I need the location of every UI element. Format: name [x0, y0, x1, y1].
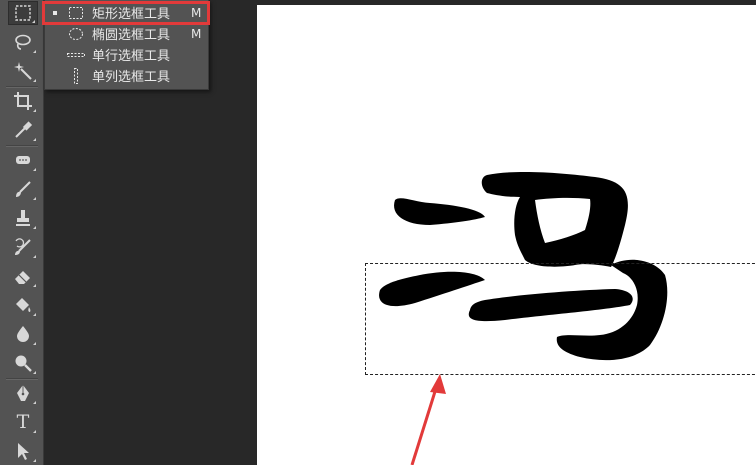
single-column-marquee-icon [67, 67, 85, 84]
menu-item-single-row-marquee[interactable]: 单行选框工具 [45, 44, 210, 65]
crop-tool[interactable] [8, 89, 38, 113]
dodge-icon [15, 355, 32, 372]
path-selection-tool[interactable] [8, 439, 38, 463]
marquee-selection[interactable] [365, 263, 756, 375]
eyedropper-icon [15, 121, 33, 138]
eyedropper-tool[interactable] [8, 118, 38, 142]
rectangular-marquee-tool[interactable] [8, 1, 38, 25]
dodge-tool[interactable] [8, 351, 38, 375]
history-brush-tool[interactable] [8, 235, 38, 259]
path-selection-icon [18, 443, 29, 460]
lasso-icon [15, 34, 31, 50]
annotation-arrow-icon [410, 374, 446, 465]
type-icon: T [16, 411, 30, 433]
paint-bucket-tool[interactable] [8, 293, 38, 317]
menu-item-shortcut: M [191, 26, 202, 41]
menu-item-shortcut: M [191, 5, 202, 20]
photoshop-workspace: T 矩形选框工具 M 椭圆选框工具 M 单行选框工具 单列选框工具 [0, 0, 756, 465]
rectangular-marquee-icon [15, 5, 31, 21]
lasso-tool[interactable] [8, 30, 38, 54]
menu-item-single-column-marquee[interactable]: 单列选框工具 [45, 65, 210, 86]
elliptical-marquee-icon [67, 27, 85, 41]
crop-icon [14, 92, 32, 110]
single-row-marquee-icon [67, 48, 85, 62]
brush-tool[interactable] [8, 177, 38, 201]
pen-tool[interactable] [8, 381, 38, 405]
selected-bullet-icon [53, 10, 57, 15]
magic-wand-tool[interactable] [8, 59, 38, 83]
rectangular-marquee-icon [67, 6, 85, 20]
type-tool[interactable]: T [8, 410, 38, 434]
menu-item-label: 矩形选框工具 [92, 7, 171, 22]
history-brush-icon [15, 238, 31, 255]
marquee-tool-flyout-menu: 矩形选框工具 M 椭圆选框工具 M 单行选框工具 单列选框工具 [44, 0, 209, 90]
pen-icon [17, 385, 29, 401]
clone-stamp-icon [16, 210, 30, 226]
paint-bucket-icon [16, 298, 31, 312]
menu-item-label: 单行选框工具 [92, 49, 171, 64]
blur-icon [17, 326, 29, 342]
eraser-tool[interactable] [8, 264, 38, 288]
menu-item-rectangular-marquee[interactable]: 矩形选框工具 M [45, 2, 210, 23]
menu-item-label: 椭圆选框工具 [92, 28, 171, 43]
healing-brush-icon [16, 156, 30, 164]
menu-item-elliptical-marquee[interactable]: 椭圆选框工具 M [45, 23, 210, 44]
magic-wand-icon [14, 62, 32, 80]
eraser-icon [15, 271, 30, 284]
blur-tool[interactable] [8, 322, 38, 346]
tools-panel: T [0, 0, 44, 465]
healing-brush-tool[interactable] [8, 148, 38, 172]
menu-item-label: 单列选框工具 [92, 70, 171, 85]
clone-stamp-tool[interactable] [8, 206, 38, 230]
brush-icon [16, 181, 31, 197]
